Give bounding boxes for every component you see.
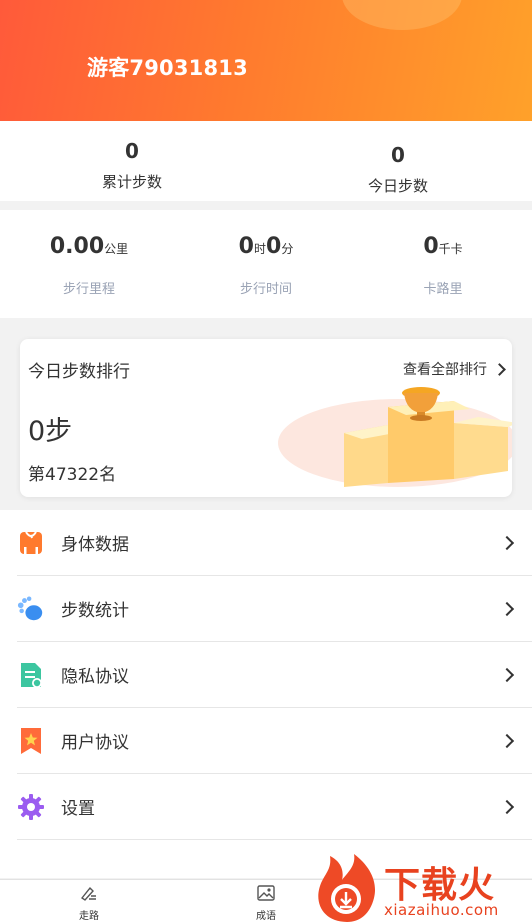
profile-header: 游客79031813: [0, 0, 532, 121]
menu-label-step-stats: 步数统计: [61, 601, 129, 621]
menu-label-privacy-policy: 隐私协议: [61, 667, 129, 687]
ranking-title: 今日步数排行: [28, 362, 130, 382]
image-icon: [257, 885, 275, 901]
tab-walk[interactable]: 走路: [59, 884, 119, 922]
tab-label-idioms: 成语: [256, 911, 276, 922]
tab-label-walk: 走路: [79, 911, 99, 922]
today-steps: 0 今日步数: [298, 143, 498, 196]
chevron-right-icon: [499, 733, 515, 749]
menu-item-user-agreement[interactable]: 用户协议: [17, 708, 532, 774]
menu-list: 身体数据 步数统计 隐私协议 用户协议 设置: [0, 510, 532, 878]
calories-stat: 0千卡 卡路里: [354, 234, 532, 297]
distance-stat: 0.00公里 步行里程: [0, 234, 178, 297]
footprint-icon: [17, 595, 45, 623]
menu-label-body-data: 身体数据: [61, 535, 129, 555]
menu-item-privacy-policy[interactable]: 隐私协议: [17, 642, 532, 708]
scale-icon: [17, 529, 45, 557]
tab-idioms[interactable]: 成语: [236, 884, 296, 922]
time-value: 0时0分: [238, 234, 294, 259]
view-all-ranking-link[interactable]: 查看全部排行: [403, 359, 506, 379]
today-steps-label: 今日步数: [367, 177, 428, 195]
chevron-right-icon: [499, 667, 515, 683]
calories-value: 0千卡: [423, 234, 463, 259]
chevron-right-icon: [499, 601, 515, 617]
watermark-url: xiazaihuo.com: [384, 901, 499, 919]
walking-stats-card: 0.00公里 步行里程 0时0分 步行时间 0千卡 卡路里: [0, 210, 532, 318]
time-stat: 0时0分 步行时间: [177, 234, 355, 297]
chevron-right-icon: [499, 799, 515, 815]
document-icon: [17, 661, 45, 689]
today-steps-value: 0: [391, 143, 405, 167]
menu-label-user-agreement: 用户协议: [61, 733, 129, 753]
menu-item-step-stats[interactable]: 步数统计: [17, 576, 532, 642]
time-label: 步行时间: [239, 282, 292, 297]
gear-icon: [17, 793, 45, 821]
chevron-right-icon: [493, 362, 506, 376]
view-all-label: 查看全部排行: [403, 362, 487, 378]
total-steps-label: 累计步数: [101, 173, 162, 191]
total-steps: 0 累计步数: [32, 139, 232, 192]
total-steps-value: 0: [125, 139, 139, 163]
ranking-steps: 0步: [28, 416, 73, 447]
menu-item-body-data[interactable]: 身体数据: [17, 510, 532, 576]
distance-value: 0.00公里: [49, 234, 129, 259]
menu-label-settings: 设置: [61, 799, 95, 819]
walk-icon: [80, 886, 96, 901]
menu-item-settings[interactable]: 设置: [17, 774, 532, 840]
header-decoration: [342, 0, 462, 30]
trophy-podium-illustration: [278, 387, 512, 487]
flame-logo-icon: [318, 854, 376, 922]
ranking-card[interactable]: 今日步数排行 查看全部排行 0步 第47322名: [20, 339, 512, 497]
watermark: 下载火 xiazaihuo.com: [312, 852, 532, 924]
bookmark-star-icon: [17, 727, 45, 755]
steps-summary-card: 0 累计步数 0 今日步数: [0, 121, 532, 201]
username[interactable]: 游客79031813: [87, 52, 248, 82]
calories-label: 卡路里: [423, 282, 463, 297]
ranking-position: 第47322名: [28, 465, 117, 485]
chevron-right-icon: [499, 535, 515, 551]
distance-label: 步行里程: [62, 282, 115, 297]
